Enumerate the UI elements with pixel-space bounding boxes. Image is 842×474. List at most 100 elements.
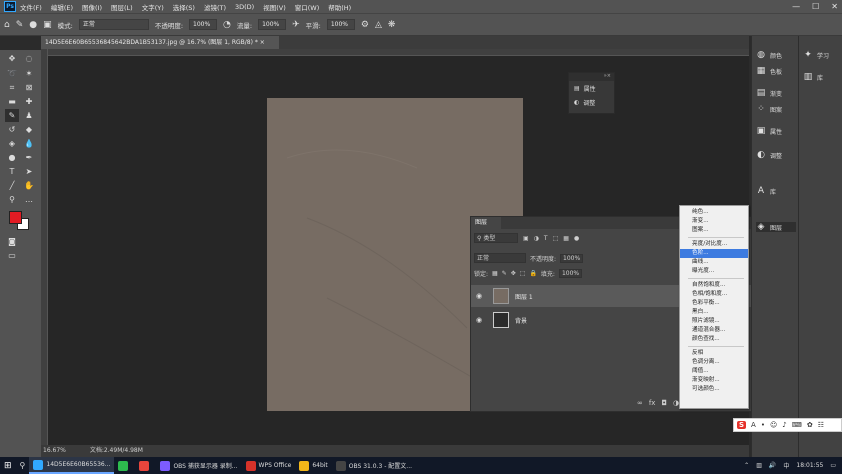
taskbar-app[interactable]: 14D5E6E60B65536...	[29, 457, 115, 474]
menu-item[interactable]: 色彩平衡...	[680, 299, 748, 308]
menu-item[interactable]: 自然饱和度...	[680, 281, 748, 290]
brush-settings-icon[interactable]: ▣	[43, 20, 52, 30]
fill-field[interactable]: 100%	[558, 269, 583, 278]
healing-brush-icon[interactable]: ✚	[22, 95, 36, 108]
filter-type-icon[interactable]: T	[544, 235, 548, 242]
ime-lang-icon[interactable]: A	[751, 421, 756, 429]
tray-arrow-icon[interactable]: ⌃	[744, 462, 749, 469]
zoom-tool-icon[interactable]: ⚲	[5, 193, 19, 206]
close-button[interactable]: ✕	[831, 2, 838, 11]
marquee-tool-icon[interactable]: ◌	[22, 52, 36, 65]
menu-filter[interactable]: 滤镜(T)	[204, 2, 226, 12]
menu-item[interactable]: 渐变...	[680, 217, 748, 226]
menu-item[interactable]: 色相/饱和度...	[680, 290, 748, 299]
menu-layer[interactable]: 图层(L)	[111, 2, 133, 12]
taskbar-app[interactable]: OBS 31.0.3 - 配置文...	[332, 457, 416, 474]
menu-view[interactable]: 视图(V)	[263, 2, 286, 12]
brush-tool-icon[interactable]: ✎	[5, 109, 19, 122]
eraser-tool-icon[interactable]: ◆	[22, 123, 36, 136]
history-brush-icon[interactable]: ↺	[5, 123, 19, 136]
menu-file[interactable]: 文件(F)	[20, 2, 42, 12]
lock-all-icon[interactable]: 🔒	[529, 270, 536, 277]
flow-field[interactable]: 100%	[258, 19, 287, 30]
menu-item[interactable]: 渐变映射...	[680, 376, 748, 385]
menu-item[interactable]: 纯色...	[680, 208, 748, 217]
frame-tool-icon[interactable]: ⊠	[22, 81, 36, 94]
notification-icon[interactable]: ▭	[830, 462, 836, 469]
gradient-tool-icon[interactable]: ◈	[5, 137, 19, 150]
menu-item[interactable]: 色阶...	[680, 249, 748, 258]
line-tool-icon[interactable]: ╱	[5, 179, 19, 192]
zoom-level[interactable]: 16.67%	[43, 447, 66, 454]
layers-tab[interactable]: 图层	[471, 217, 501, 229]
opacity-field[interactable]: 100%	[189, 19, 218, 30]
screen-mode-icon[interactable]: ▭	[5, 249, 19, 262]
filter-smart-icon[interactable]: ▦	[563, 235, 569, 242]
libraries-dock-button[interactable]: A库	[756, 186, 776, 196]
menu-item[interactable]: 黑白...	[680, 308, 748, 317]
menu-item[interactable]: 照片滤镜...	[680, 317, 748, 326]
ime-emoji-icon[interactable]: ☺	[770, 421, 777, 429]
symmetry-icon[interactable]: ❋	[388, 20, 396, 30]
maximize-button[interactable]: ☐	[812, 2, 819, 11]
menu-item[interactable]: 色调分离...	[680, 358, 748, 367]
color-panel-button[interactable]: ◍ 颜色	[756, 50, 782, 60]
volume-icon[interactable]: 🔊	[769, 462, 776, 469]
taskbar-app[interactable]: OBS 捕获显示器 录制...	[156, 457, 241, 474]
crop-tool-icon[interactable]: ⌗	[5, 81, 19, 94]
blend-mode-select[interactable]: 正常	[474, 253, 526, 263]
type-tool-icon[interactable]: T	[5, 165, 19, 178]
taskbar-app[interactable]: 64bit	[295, 457, 331, 474]
taskbar-app[interactable]: WPS Office	[242, 457, 296, 474]
properties-dock-button[interactable]: ▣ 属性	[756, 126, 782, 136]
gradients-panel-button[interactable]: ▤ 渐变	[756, 88, 782, 98]
ime-skin-icon[interactable]: ✿	[807, 421, 813, 429]
patterns-panel-button[interactable]: ⁘ 图案	[756, 104, 782, 114]
search-button[interactable]: ⚲	[16, 457, 30, 474]
menu-item[interactable]: 可选颜色...	[680, 385, 748, 394]
add-mask-icon[interactable]: ◘	[661, 399, 667, 407]
brush-tool-icon[interactable]: ✎	[16, 20, 24, 30]
foreground-color-swatch[interactable]	[9, 211, 22, 224]
airbrush-icon[interactable]: ✈	[292, 20, 300, 30]
ime-keyboard-icon[interactable]: ⌨	[792, 421, 802, 429]
taskbar-app[interactable]	[135, 457, 156, 474]
layers-dock-button[interactable]: ◈ 图层	[756, 222, 796, 232]
layer-opacity-field[interactable]: 100%	[560, 253, 584, 263]
menu-item[interactable]: 阈值...	[680, 367, 748, 376]
sogou-logo-icon[interactable]: S	[737, 421, 747, 429]
eye-icon[interactable]: ◉	[471, 292, 487, 300]
filter-shape-icon[interactable]: ⬚	[553, 235, 559, 242]
menu-image[interactable]: 图像(I)	[82, 2, 102, 12]
lock-position-icon[interactable]: ✥	[511, 270, 516, 277]
pressure-opacity-icon[interactable]: ◔	[223, 20, 231, 30]
learn-panel-button[interactable]: ✦ 学习	[803, 50, 829, 60]
menu-help[interactable]: 帮助(H)	[328, 2, 351, 12]
library-panel-button[interactable]: ▥ 库	[803, 72, 823, 82]
eye-icon[interactable]: ◉	[471, 316, 487, 324]
dodge-tool-icon[interactable]: ●	[5, 151, 19, 164]
filter-adjust-icon[interactable]: ◑	[534, 235, 539, 242]
link-layers-icon[interactable]: ∞	[637, 399, 643, 407]
home-icon[interactable]: ⌂	[4, 20, 10, 30]
lock-pixels-icon[interactable]: ✎	[502, 270, 507, 277]
quick-mask-icon[interactable]: ◙	[5, 235, 19, 248]
hand-tool-icon[interactable]: ✋	[22, 179, 36, 192]
menu-item[interactable]: 反相	[680, 349, 748, 358]
brush-preset-icon[interactable]: ●	[29, 20, 37, 30]
gear-icon[interactable]: ⚙	[361, 20, 369, 30]
menu-3d[interactable]: 3D(D)	[235, 3, 254, 11]
menu-item[interactable]: 颜色查找...	[680, 335, 748, 344]
properties-panel-button[interactable]: ▤ 属性	[569, 81, 614, 95]
taskbar-app[interactable]	[114, 457, 135, 474]
menu-item[interactable]: 曲线...	[680, 258, 748, 267]
lock-transparency-icon[interactable]: ▦	[492, 270, 498, 277]
menu-window[interactable]: 窗口(W)	[295, 2, 320, 12]
more-tools-icon[interactable]: …	[22, 193, 36, 206]
menu-type[interactable]: 文字(Y)	[142, 2, 164, 12]
clone-stamp-icon[interactable]: ♟	[22, 109, 36, 122]
angle-icon[interactable]: ◬	[375, 20, 382, 30]
filter-pixel-icon[interactable]: ▣	[523, 235, 529, 242]
adjustments-panel-button[interactable]: ◐ 调整	[569, 95, 614, 109]
ime-punct-icon[interactable]: •	[761, 421, 765, 429]
